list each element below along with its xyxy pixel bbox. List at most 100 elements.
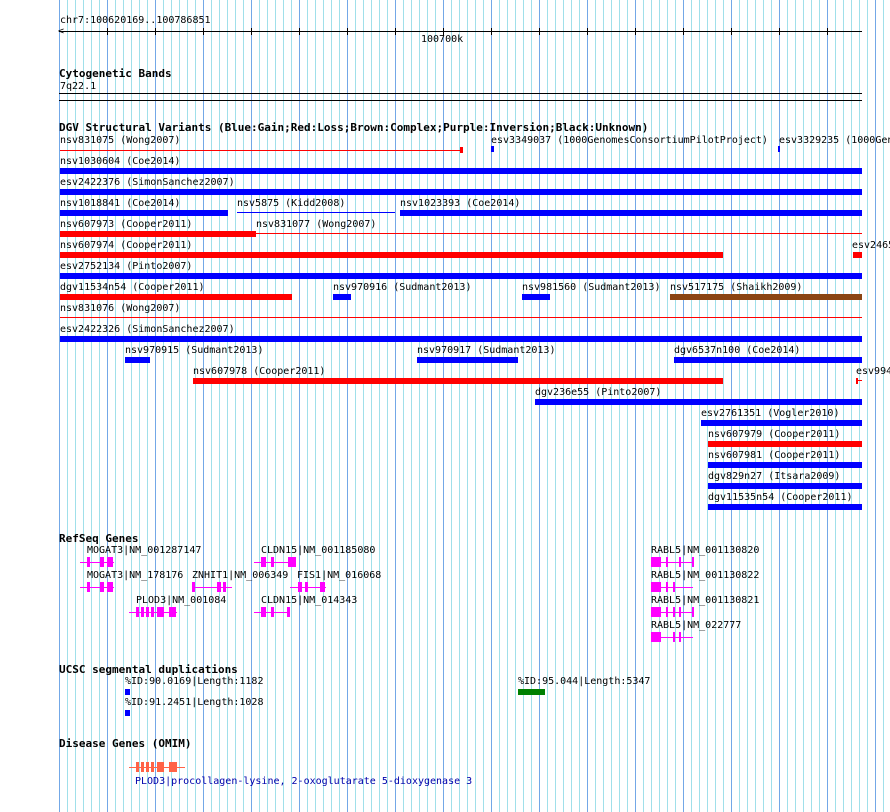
sv-feature[interactable] [60,336,862,342]
sv-feature[interactable] [491,146,494,152]
gene-model[interactable] [651,582,693,592]
segdup-feature[interactable] [125,689,130,695]
feature-label[interactable]: esv994 [856,366,890,377]
feature-label[interactable]: nsv981560 (Sudmant2013) [522,282,660,293]
feature-label[interactable]: nsv831076 (Wong2007) [60,303,180,314]
sv-feature[interactable] [708,462,862,468]
feature-label[interactable]: nsv607978 (Cooper2011) [193,366,325,377]
sv-feature[interactable] [674,357,862,363]
gene-model[interactable] [651,632,693,642]
sv-feature[interactable] [708,483,862,489]
gene-model[interactable] [290,582,326,592]
gene-label[interactable]: RABL5|NM_001130821 [651,595,759,606]
sv-feature[interactable] [522,294,550,300]
sv-feature[interactable] [535,399,862,405]
feature-label[interactable]: esv2761351 (Vogler2010) [701,408,839,419]
feature-label[interactable]: nsv1023393 (Coe2014) [400,198,520,209]
gene-label[interactable]: RABL5|NM_022777 [651,620,741,631]
feature-label[interactable]: esv3329235 (1000GenomesConsortiumPilotPr… [779,135,890,146]
feature-label[interactable]: dgv6537n100 (Coe2014) [674,345,800,356]
segdup-label[interactable]: %ID:91.2451|Length:1028 [125,697,263,708]
feature-label[interactable]: nsv607973 (Cooper2011) [60,219,192,230]
sv-feature[interactable] [701,420,862,426]
sv-feature[interactable] [333,294,351,300]
gene-label[interactable]: MOGAT3|NM_001287147 [87,545,201,556]
omim-gene-label[interactable]: PLOD3|procollagen-lysine, 2-oxoglutarate… [135,776,472,787]
segdup-feature[interactable] [518,689,545,695]
cytoband-band[interactable] [59,93,862,94]
gene-label[interactable]: FIS1|NM_016068 [297,570,381,581]
feature-label[interactable]: esv2465 [852,240,890,251]
feature-label[interactable]: esv3349037 (1000GenomesConsortiumPilotPr… [491,135,768,146]
feature-label[interactable]: nsv831077 (Wong2007) [256,219,376,230]
feature-label[interactable]: nsv607974 (Cooper2011) [60,240,192,251]
ruler-axis[interactable] [59,31,862,32]
segdup-label[interactable]: %ID:90.0169|Length:1182 [125,676,263,687]
feature-label[interactable]: nsv1030604 (Coe2014) [60,156,180,167]
sv-feature[interactable] [60,231,256,237]
feature-label[interactable]: nsv970915 (Sudmant2013) [125,345,263,356]
ruler-tick [203,28,204,35]
sv-feature[interactable] [60,317,862,318]
sv-feature[interactable] [60,273,862,279]
gene-model[interactable] [80,582,114,592]
sv-feature[interactable] [417,357,518,363]
omim-gene-model[interactable] [129,762,185,772]
segdup-feature[interactable] [125,710,130,716]
feature-label[interactable]: nsv831075 (Wong2007) [60,135,180,146]
sv-feature[interactable] [708,441,862,447]
sv-feature[interactable] [778,146,780,152]
feature-label[interactable]: dgv829n27 (Itsara2009) [708,471,840,482]
gene-model[interactable] [192,582,232,592]
gene-model[interactable] [254,607,290,617]
gene-label[interactable]: CLDN15|NM_001185080 [261,545,375,556]
sv-feature[interactable] [60,294,292,300]
sv-feature[interactable] [237,212,395,213]
sv-feature[interactable] [400,210,862,216]
sv-feature[interactable] [60,210,228,216]
sv-feature[interactable] [670,294,862,300]
feature-label[interactable]: nsv607979 (Cooper2011) [708,429,840,440]
sv-feature[interactable] [60,150,462,151]
cytoband-label[interactable]: 7q22.1 [60,81,96,92]
gene-label[interactable]: RABL5|NM_001130820 [651,545,759,556]
gene-model[interactable] [254,557,296,567]
feature-label[interactable]: esv2422376 (SimonSanchez2007) [60,177,235,188]
sv-feature[interactable] [125,357,150,363]
sv-feature[interactable] [60,189,862,195]
scroll-left-icon[interactable]: < [58,26,64,37]
feature-label[interactable]: nsv517175 (Shaikh2009) [670,282,802,293]
gene-label[interactable]: PLOD3|NM_001084 [136,595,226,606]
sv-feature[interactable] [708,504,862,510]
sv-feature[interactable] [193,378,723,384]
gene-label[interactable]: MOGAT3|NM_178176 [87,570,183,581]
feature-label[interactable]: dgv236e55 (Pinto2007) [535,387,661,398]
sv-feature[interactable] [60,252,723,258]
gene-model[interactable] [651,557,694,567]
feature-label[interactable]: dgv11535n54 (Cooper2011) [708,492,853,503]
sv-feature[interactable] [856,378,858,384]
gene-model[interactable] [80,557,114,567]
gene-label[interactable]: RABL5|NM_001130822 [651,570,759,581]
feature-label[interactable]: esv2422326 (SimonSanchez2007) [60,324,235,335]
gene-label[interactable]: ZNHIT1|NM_006349 [192,570,288,581]
feature-label[interactable]: nsv970917 (Sudmant2013) [417,345,555,356]
feature-label[interactable]: nsv5875 (Kidd2008) [237,198,345,209]
ruler-tick [587,28,588,35]
ruler-tick-label: 100700k [421,34,464,45]
feature-label[interactable]: nsv1018841 (Coe2014) [60,198,180,209]
feature-label[interactable]: dgv11534n54 (Cooper2011) [60,282,205,293]
feature-label[interactable]: nsv970916 (Sudmant2013) [333,282,471,293]
ruler-tick [347,28,348,35]
gene-model[interactable] [129,607,177,617]
feature-label[interactable]: nsv607981 (Cooper2011) [708,450,840,461]
sv-feature[interactable] [60,168,862,174]
gene-model[interactable] [651,607,694,617]
sv-feature[interactable] [853,252,862,258]
gene-label[interactable]: CLDN15|NM_014343 [261,595,357,606]
sv-feature[interactable] [256,233,862,234]
sv-feature[interactable] [856,380,862,381]
feature-label[interactable]: esv2752134 (Pinto2007) [60,261,192,272]
sv-feature-end[interactable] [460,147,463,153]
segdup-label[interactable]: %ID:95.044|Length:5347 [518,676,650,687]
